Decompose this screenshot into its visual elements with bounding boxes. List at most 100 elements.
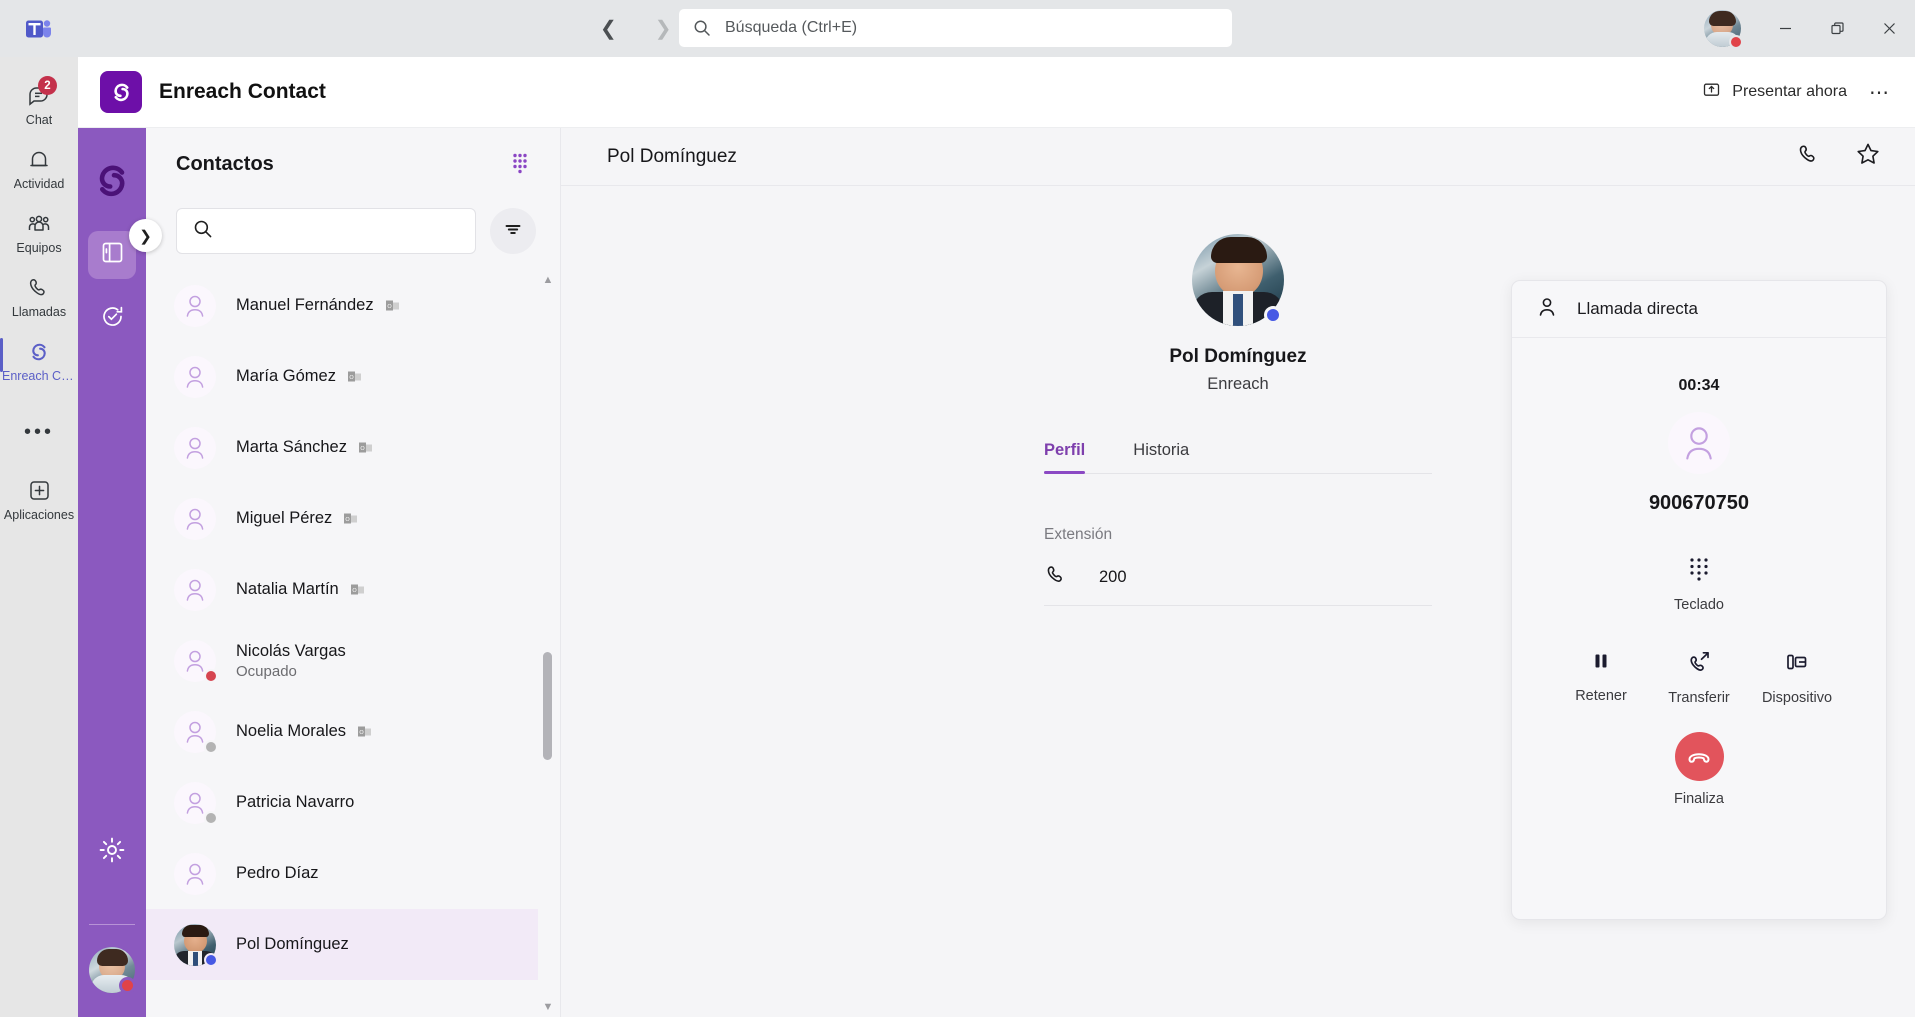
call-contact-button[interactable] (1796, 142, 1821, 172)
hangup-icon (1674, 732, 1724, 781)
restore-button[interactable] (1811, 0, 1863, 57)
tab-perfil[interactable]: Perfil (1044, 441, 1086, 474)
app-body: ❯ Contactos Manuel Fernández O María Góm… (78, 128, 1915, 1017)
user-avatar[interactable] (89, 947, 136, 994)
avatar (174, 710, 218, 754)
list-item[interactable]: Pedro Díaz (146, 838, 538, 909)
profile-tabs: Perfil Historia (1044, 441, 1432, 474)
svg-text:O: O (352, 588, 357, 594)
sidebar-item-label: Aplicaciones (3, 508, 75, 522)
svg-text:O: O (359, 730, 364, 736)
contact-name: Patricia Navarro (236, 793, 355, 811)
avatar (174, 426, 216, 469)
phone-icon (1796, 142, 1821, 172)
dialpad-icon (1688, 557, 1710, 586)
list-item[interactable]: Manuel Fernández O (146, 270, 538, 341)
book-panel-icon (100, 240, 125, 270)
contacts-search-input[interactable] (176, 208, 476, 254)
present-now-button[interactable]: Presentar ahora (1702, 80, 1847, 104)
list-item[interactable]: Natalia Martín O (146, 554, 538, 625)
end-call-label: Finaliza (1674, 791, 1724, 807)
device-button[interactable]: Dispositivo (1748, 650, 1846, 706)
extension-value[interactable]: 200 (1099, 568, 1127, 587)
contact-detail-panel: Pol Domínguez Pol Domínguez Enreach Perf… (561, 128, 1915, 1017)
page-title: Enreach Contact (159, 80, 326, 103)
sidebar-more-button[interactable]: ••• (0, 391, 78, 454)
avatar (174, 355, 216, 398)
avatar (174, 852, 216, 895)
presence-dot (1264, 306, 1282, 324)
sidebar-item-chat[interactable]: 2 Chat (0, 71, 78, 135)
favorite-button[interactable] (1855, 141, 1881, 172)
transfer-button[interactable]: Transferir (1650, 650, 1748, 706)
app-header: Enreach Contact Presentar ahora ⋯ (78, 57, 1915, 128)
contacts-search-field[interactable] (225, 222, 459, 240)
list-item[interactable]: Marta Sánchez O (146, 412, 538, 483)
plus-square-icon (27, 476, 52, 505)
chevron-right-icon: ❯ (139, 227, 152, 245)
sidebar-item-actividad[interactable]: Actividad (0, 135, 78, 199)
phone-icon (1044, 563, 1068, 592)
pause-icon (1590, 650, 1612, 677)
expand-panel-button[interactable]: ❯ (129, 219, 162, 252)
bell-icon (26, 145, 52, 174)
dialpad-button[interactable] (508, 150, 532, 179)
presence-panel-button[interactable] (88, 295, 136, 343)
sidebar-item-equipos[interactable]: Equipos (0, 199, 78, 263)
contact-name: Pol Domínguez (236, 935, 349, 953)
search-icon (193, 219, 213, 244)
contacts-panel: Contactos Manuel Fernández O María Gómez… (146, 128, 561, 1017)
contacts-header: Contactos (146, 128, 560, 200)
star-icon (1855, 141, 1881, 172)
list-item[interactable]: Patricia Navarro (146, 767, 538, 838)
avatar (174, 781, 218, 825)
scroll-up-button[interactable]: ▲ (540, 274, 556, 286)
contact-name: Noelia Morales (236, 722, 347, 740)
tab-historia[interactable]: Historia (1133, 441, 1189, 473)
contact-name: Pedro Díaz (236, 864, 319, 882)
list-item[interactable]: Noelia Morales O (146, 696, 538, 767)
app-more-options-button[interactable]: ⋯ (1869, 80, 1891, 105)
profile-avatar (1192, 234, 1284, 326)
person-icon (1536, 296, 1558, 323)
list-item[interactable]: Miguel Pérez O (146, 483, 538, 554)
hold-button[interactable]: Retener (1552, 650, 1650, 706)
back-button[interactable]: ❮ (600, 19, 617, 39)
call-panel-header: Llamada directa (1512, 281, 1886, 338)
profile-organization: Enreach (1207, 375, 1269, 393)
enreach-side-rail: ❯ (78, 128, 162, 1017)
avatar (174, 923, 218, 967)
keypad-label: Teclado (1674, 597, 1724, 613)
call-timer: 00:34 (1678, 377, 1720, 394)
enreach-logo-icon (100, 71, 142, 113)
present-now-label: Presentar ahora (1732, 83, 1847, 100)
window-title-bar: ❮ ❯ Búsqueda (Ctrl+E) (0, 0, 1915, 57)
search-icon (693, 19, 711, 37)
close-button[interactable] (1863, 0, 1915, 57)
detail-contact-name: Pol Domínguez (607, 145, 737, 167)
list-item[interactable]: Pol Domínguez (146, 909, 538, 980)
keypad-button[interactable]: Teclado (1512, 557, 1886, 613)
enreach-icon (26, 337, 52, 366)
contacts-scrollbar[interactable]: ▲ ▼ (540, 274, 556, 1013)
minimize-button[interactable] (1759, 0, 1811, 57)
sidebar-item-enreach-contact[interactable]: Enreach Co... (0, 327, 78, 391)
list-item[interactable]: Nicolás Vargas Ocupado (146, 625, 538, 696)
filter-icon (503, 219, 523, 244)
filter-button[interactable] (490, 208, 536, 254)
forward-button[interactable]: ❯ (655, 19, 672, 39)
contact-name: María Gómez (236, 367, 336, 385)
avatar[interactable] (1704, 10, 1743, 49)
scrollbar-thumb[interactable] (543, 652, 552, 760)
settings-button[interactable] (97, 835, 127, 870)
list-item[interactable]: María Gómez O (146, 341, 538, 412)
caller-number: 900670750 (1648, 492, 1750, 514)
end-call-button[interactable]: Finaliza (1512, 732, 1886, 807)
sidebar-item-label: Enreach Co... (2, 369, 76, 383)
scroll-down-button[interactable]: ▼ (540, 1001, 556, 1013)
contact-name: Nicolás Vargas (236, 641, 346, 660)
dialpad-icon (508, 150, 532, 179)
sidebar-item-aplicaciones[interactable]: Aplicaciones (0, 454, 78, 530)
sidebar-item-llamadas[interactable]: Llamadas (0, 263, 78, 327)
search-input[interactable]: Búsqueda (Ctrl+E) (679, 9, 1232, 47)
